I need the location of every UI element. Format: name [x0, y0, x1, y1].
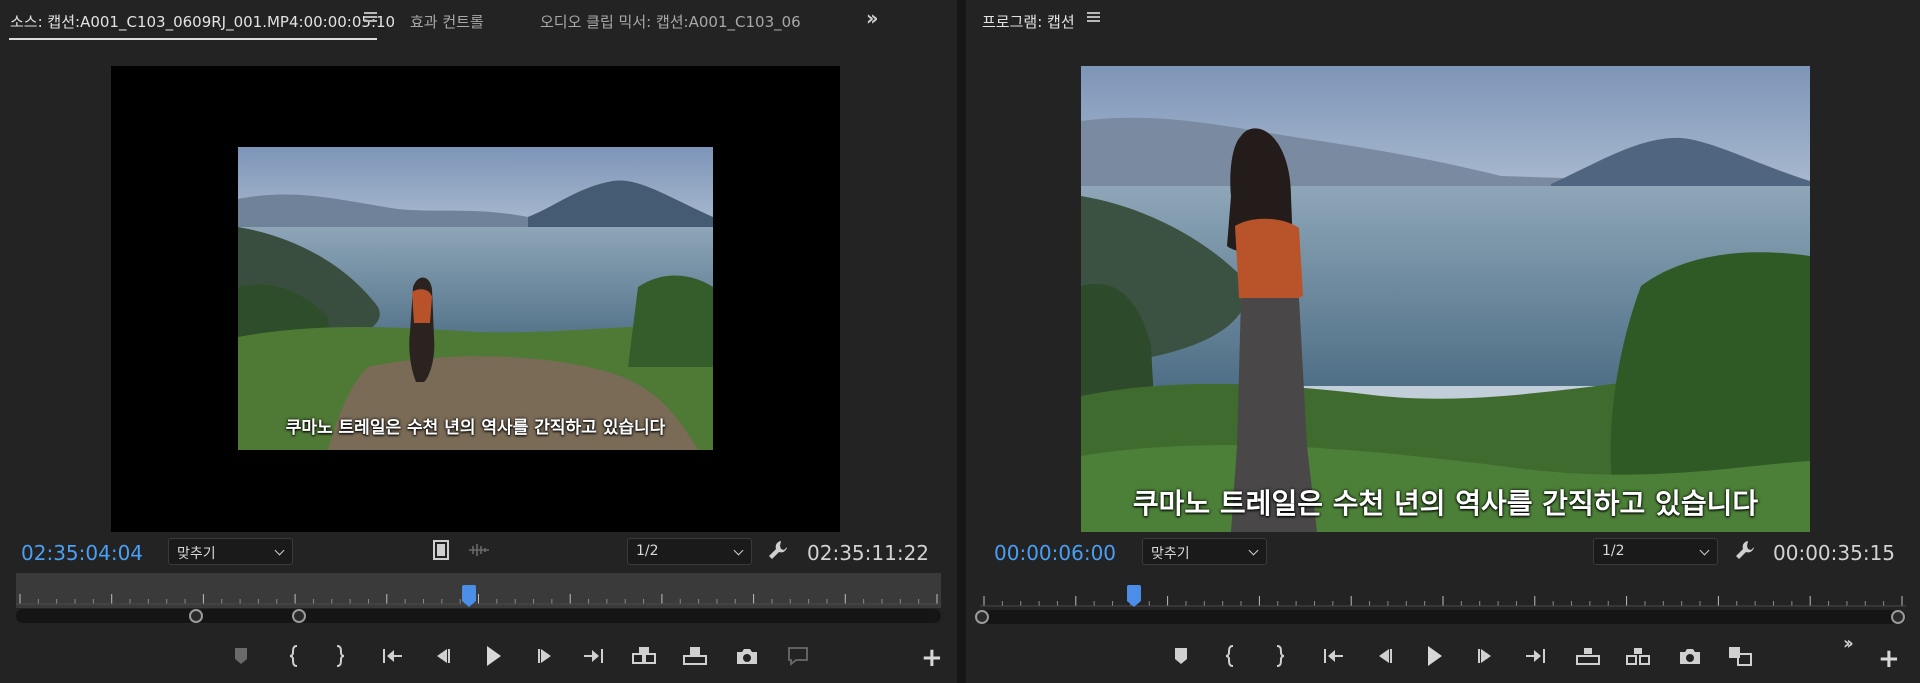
- go-to-out-icon[interactable]: [579, 641, 607, 671]
- program-zoom-scrollbar[interactable]: [980, 610, 1906, 624]
- program-zoom-left-handle[interactable]: [975, 610, 989, 624]
- tab-audio-clip-mixer[interactable]: 오디오 클립 믹서: 캡션:A001_C103_06: [540, 11, 826, 32]
- play-icon[interactable]: [480, 641, 508, 671]
- panel-menu-icon[interactable]: [1087, 12, 1100, 23]
- export-frame-icon[interactable]: [1676, 641, 1704, 671]
- tab-source-clip[interactable]: 소스: 캡션:A001_C103_0609RJ_001.MP4:00:00:05…: [10, 11, 395, 32]
- go-to-out-icon[interactable]: [1521, 641, 1549, 671]
- film-strip-icon[interactable]: [432, 540, 450, 564]
- source-caption-text: 쿠마노 트레일은 수천 년의 역사를 간직하고 있습니다: [285, 418, 666, 438]
- source-video-frame: 쿠마노 트레일은 수천 년의 역사를 간직하고 있습니다: [238, 147, 713, 450]
- step-back-icon[interactable]: [429, 641, 457, 671]
- chevron-down-icon: [1699, 545, 1710, 556]
- comment-icon[interactable]: [784, 641, 812, 671]
- go-to-in-icon[interactable]: [1320, 641, 1348, 671]
- compare-view-icon[interactable]: [1726, 641, 1754, 671]
- mark-out-icon[interactable]: [1266, 641, 1294, 671]
- source-video-viewer[interactable]: 쿠마노 트레일은 수천 년의 역사를 간직하고 있습니다: [111, 66, 840, 532]
- marker-icon[interactable]: [1167, 641, 1195, 671]
- more-controls-chevron-icon[interactable]: ››: [1843, 633, 1854, 654]
- more-tabs-chevron-icon[interactable]: ››: [866, 6, 879, 30]
- program-duration-timecode: 00:00:35:15: [1773, 541, 1896, 565]
- source-resolution-select[interactable]: 1/2: [627, 538, 752, 565]
- program-tabbar: 프로그램: 캡션: [966, 0, 1920, 44]
- wrench-settings-icon[interactable]: [1734, 539, 1756, 565]
- program-resolution-select[interactable]: 1/2: [1593, 538, 1718, 565]
- step-forward-icon[interactable]: [1471, 641, 1499, 671]
- insert-icon[interactable]: [630, 641, 658, 671]
- source-zoom-scrollbar[interactable]: [16, 609, 941, 623]
- source-current-timecode[interactable]: 02:35:04:04: [21, 541, 143, 565]
- source-zoom-select[interactable]: 맞추기: [168, 538, 293, 565]
- program-zoom-right-handle[interactable]: [1891, 610, 1905, 624]
- mark-in-icon[interactable]: [280, 641, 308, 671]
- mark-out-icon[interactable]: [326, 641, 354, 671]
- source-resolution-value: 1/2: [636, 543, 659, 559]
- lift-icon[interactable]: [1574, 641, 1602, 671]
- audio-waveform-icon[interactable]: [468, 542, 490, 562]
- tab-program-sequence[interactable]: 프로그램: 캡션: [982, 11, 1075, 32]
- mark-in-icon[interactable]: [1216, 641, 1244, 671]
- program-zoom-select[interactable]: 맞추기: [1142, 538, 1267, 565]
- source-zoom-value: 맞추기: [177, 546, 216, 562]
- program-zoom-value: 맞추기: [1151, 546, 1190, 562]
- wrench-settings-icon[interactable]: [767, 539, 789, 565]
- panel-divider[interactable]: [957, 0, 966, 683]
- program-playhead[interactable]: [1126, 585, 1141, 607]
- program-current-timecode[interactable]: 00:00:06:00: [994, 541, 1116, 565]
- export-frame-icon[interactable]: [733, 641, 761, 671]
- program-transport-controls: [966, 641, 1920, 671]
- source-tabbar: 소스: 캡션:A001_C103_0609RJ_001.MP4:00:00:05…: [0, 0, 957, 44]
- chevron-down-icon: [1248, 545, 1259, 556]
- step-forward-icon[interactable]: [531, 641, 559, 671]
- source-transport-controls: [0, 641, 957, 671]
- source-monitor-panel: 소스: 캡션:A001_C103_0609RJ_001.MP4:00:00:05…: [0, 0, 957, 683]
- source-playhead[interactable]: [462, 585, 477, 607]
- program-resolution-value: 1/2: [1602, 543, 1625, 559]
- go-to-in-icon[interactable]: [379, 641, 407, 671]
- play-icon[interactable]: [1421, 641, 1449, 671]
- program-video-viewer[interactable]: 쿠마노 트레일은 수천 년의 역사를 간직하고 있습니다: [1081, 66, 1810, 532]
- program-video-frame: 쿠마노 트레일은 수천 년의 역사를 간직하고 있습니다: [1081, 66, 1810, 532]
- program-caption-text: 쿠마노 트레일은 수천 년의 역사를 간직하고 있습니다: [1132, 487, 1759, 520]
- chevron-down-icon: [733, 545, 744, 556]
- extract-icon[interactable]: [1624, 641, 1652, 671]
- overwrite-icon[interactable]: [681, 641, 709, 671]
- source-zoom-right-handle[interactable]: [292, 609, 307, 623]
- marker-icon[interactable]: [227, 641, 255, 671]
- source-duration-timecode: 02:35:11:22: [807, 541, 930, 565]
- program-monitor-panel: 프로그램: 캡션 쿠마노 트레일은 수천 년의 역사를 간직하고 있습니다 00…: [966, 0, 1920, 683]
- tab-effect-controls[interactable]: 효과 컨트롤: [410, 11, 484, 32]
- panel-menu-icon[interactable]: [364, 12, 377, 23]
- add-button-icon[interactable]: +: [921, 643, 943, 673]
- chevron-down-icon: [274, 545, 285, 556]
- step-back-icon[interactable]: [1371, 641, 1399, 671]
- source-time-ruler[interactable]: [16, 573, 941, 608]
- add-button-icon[interactable]: +: [1878, 644, 1900, 674]
- program-time-ruler[interactable]: [980, 585, 1906, 608]
- active-tab-underline: [9, 38, 377, 40]
